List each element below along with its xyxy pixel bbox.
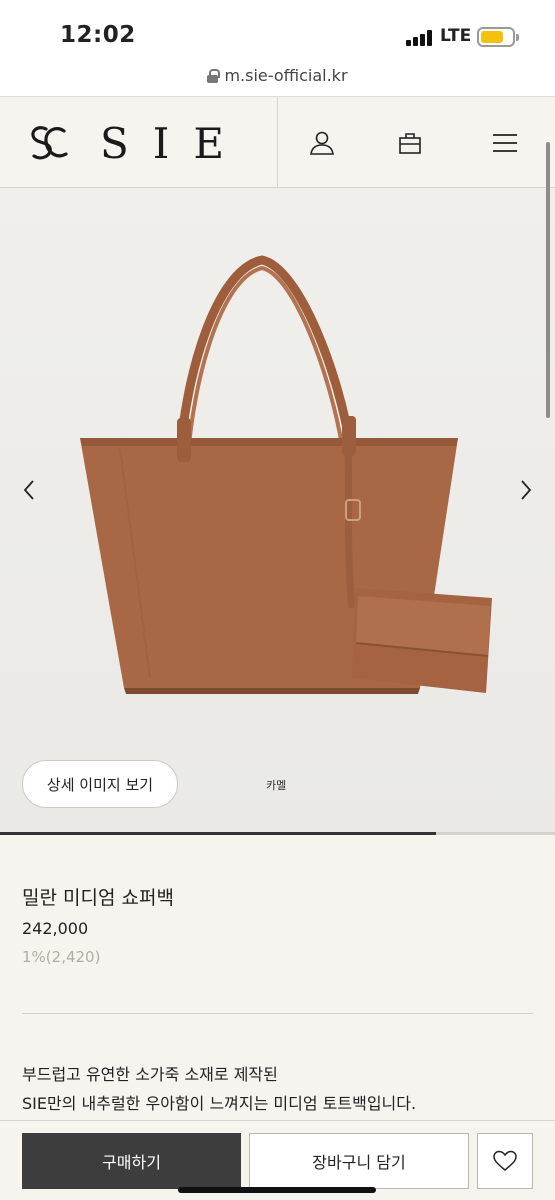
home-indicator (178, 1187, 376, 1193)
chevron-left-icon[interactable] (18, 478, 42, 502)
wishlist-button[interactable] (477, 1133, 533, 1189)
battery-icon (477, 27, 519, 47)
product-image (80, 255, 492, 694)
description-line: 부드럽고 유연한 소가죽 소재로 제작된 (22, 1065, 278, 1084)
header-divider (277, 97, 278, 189)
buy-button[interactable]: 구매하기 (22, 1133, 241, 1189)
heart-icon (493, 1150, 517, 1171)
product-price: 242,000 (22, 919, 89, 938)
lock-icon (207, 68, 221, 83)
brand-monogram-icon (31, 126, 68, 160)
view-detail-images-button[interactable]: 상세 이미지 보기 (22, 760, 178, 808)
product-name: 밀란 미디엄 쇼퍼백 (22, 887, 174, 909)
url-text: m.sie-official.kr (224, 66, 348, 85)
add-to-cart-button[interactable]: 장바구니 담기 (249, 1133, 469, 1189)
user-icon[interactable] (306, 127, 338, 159)
address-bar[interactable]: m.sie-official.kr (0, 62, 555, 96)
description-line: SIE만의 내추럴한 우아함이 느껴지는 미디엄 토트백입니다. (22, 1094, 417, 1113)
product-gallery[interactable]: 상세 이미지 보기 카멜 (0, 188, 555, 833)
info-divider (22, 1013, 533, 1014)
product-description: 부드럽고 유연한 소가죽 소재로 제작된 SIE만의 내추럴한 우아함이 느껴지… (22, 1060, 416, 1118)
bottom-action-bar: 구매하기 장바구니 담기 (0, 1120, 555, 1200)
product-info: 밀란 미디엄 쇼퍼백 242,000 1%(2,420) 부드럽고 유연한 소가… (0, 835, 555, 1120)
menu-icon[interactable] (489, 127, 521, 159)
network-label: LTE (440, 26, 472, 46)
color-label: 카멜 (266, 779, 287, 792)
brand-logo[interactable]: SIE (26, 118, 249, 168)
status-bar: 12:02 LTE (0, 0, 555, 62)
shopping-bag-icon[interactable] (394, 127, 426, 159)
signal-icon (406, 30, 434, 46)
site-header: SIE (0, 96, 555, 189)
product-point: 1%(2,420) (22, 948, 101, 966)
brand-name: SIE (100, 118, 249, 168)
status-time: 12:02 (60, 22, 136, 48)
scroll-indicator (546, 142, 550, 418)
chevron-right-icon[interactable] (513, 478, 537, 502)
